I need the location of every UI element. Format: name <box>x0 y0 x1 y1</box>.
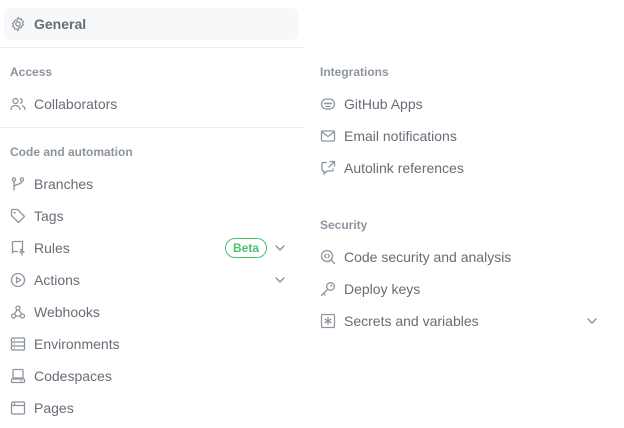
sidebar-item-email-notifications[interactable]: Email notifications <box>314 120 610 152</box>
webhook-icon <box>10 304 26 320</box>
sidebar-item-secrets-and-variables[interactable]: Secrets and variables <box>314 305 610 337</box>
browser-icon <box>10 400 26 416</box>
sidebar-item-label: Autolink references <box>344 160 464 176</box>
sidebar-item-deploy-keys[interactable]: Deploy keys <box>314 273 610 305</box>
sidebar-item-label: Pages <box>34 400 74 416</box>
sidebar-item-label: Email notifications <box>344 128 457 144</box>
section-heading-integrations: Integrations <box>320 65 389 79</box>
sidebar-item-autolink-references[interactable]: Autolink references <box>314 152 610 184</box>
section-heading-access: Access <box>10 65 53 79</box>
sidebar-item-actions[interactable]: Actions <box>4 264 298 296</box>
sidebar-item-pages[interactable]: Pages <box>4 392 298 424</box>
sidebar-item-label: Branches <box>34 176 94 192</box>
key-icon <box>320 281 336 297</box>
sidebar-item-label: Actions <box>34 272 80 288</box>
git-branch-icon <box>10 176 26 192</box>
sidebar-item-label: GitHub Apps <box>344 96 423 112</box>
sidebar-item-collaborators[interactable]: Collaborators <box>4 88 298 120</box>
sidebar-item-label: Rules <box>34 240 70 256</box>
section-heading-security: Security <box>320 218 368 232</box>
sidebar-item-label: Deploy keys <box>344 281 421 297</box>
sidebar-item-tags[interactable]: Tags <box>4 200 298 232</box>
gear-icon <box>10 16 26 32</box>
beta-badge: Beta <box>224 238 267 258</box>
sidebar-item-label: Code security and analysis <box>344 249 512 265</box>
play-icon <box>10 272 26 288</box>
hubot-icon <box>320 96 336 112</box>
server-icon <box>10 336 26 352</box>
sidebar-item-environments[interactable]: Environments <box>4 328 298 360</box>
sidebar-item-label: Environments <box>34 336 120 352</box>
codespaces-icon <box>10 368 26 384</box>
mail-icon <box>320 128 336 144</box>
sidebar-item-label: Codespaces <box>34 368 112 384</box>
sidebar-item-label: Tags <box>34 208 64 224</box>
sidebar-item-branches[interactable]: Branches <box>4 168 298 200</box>
sidebar-item-code-security[interactable]: Code security and analysis <box>314 241 610 273</box>
sidebar-item-webhooks[interactable]: Webhooks <box>4 296 298 328</box>
cross-reference-icon <box>320 160 336 176</box>
sidebar-item-label: Collaborators <box>34 96 118 112</box>
sidebar-item-label: Secrets and variables <box>344 313 479 329</box>
sidebar-item-codespaces[interactable]: Codespaces <box>4 360 298 392</box>
sidebar-item-label: Webhooks <box>34 304 100 320</box>
chevron-down-icon[interactable] <box>272 240 288 256</box>
section-heading-code-and-automation: Code and automation <box>10 145 133 159</box>
repo-push-icon <box>10 240 26 256</box>
sidebar-item-general[interactable]: General <box>4 8 298 40</box>
chevron-down-icon[interactable] <box>584 313 600 329</box>
chevron-down-icon[interactable] <box>272 272 288 288</box>
key-asterisk-icon <box>320 313 336 329</box>
divider <box>0 127 304 128</box>
people-icon <box>10 96 26 112</box>
sidebar-item-label: General <box>34 16 87 32</box>
sidebar-item-github-apps[interactable]: GitHub Apps <box>314 88 610 120</box>
tag-icon <box>10 208 26 224</box>
sidebar-item-rules[interactable]: Rules Beta <box>4 232 298 264</box>
divider <box>0 47 304 48</box>
codescan-icon <box>320 249 336 265</box>
